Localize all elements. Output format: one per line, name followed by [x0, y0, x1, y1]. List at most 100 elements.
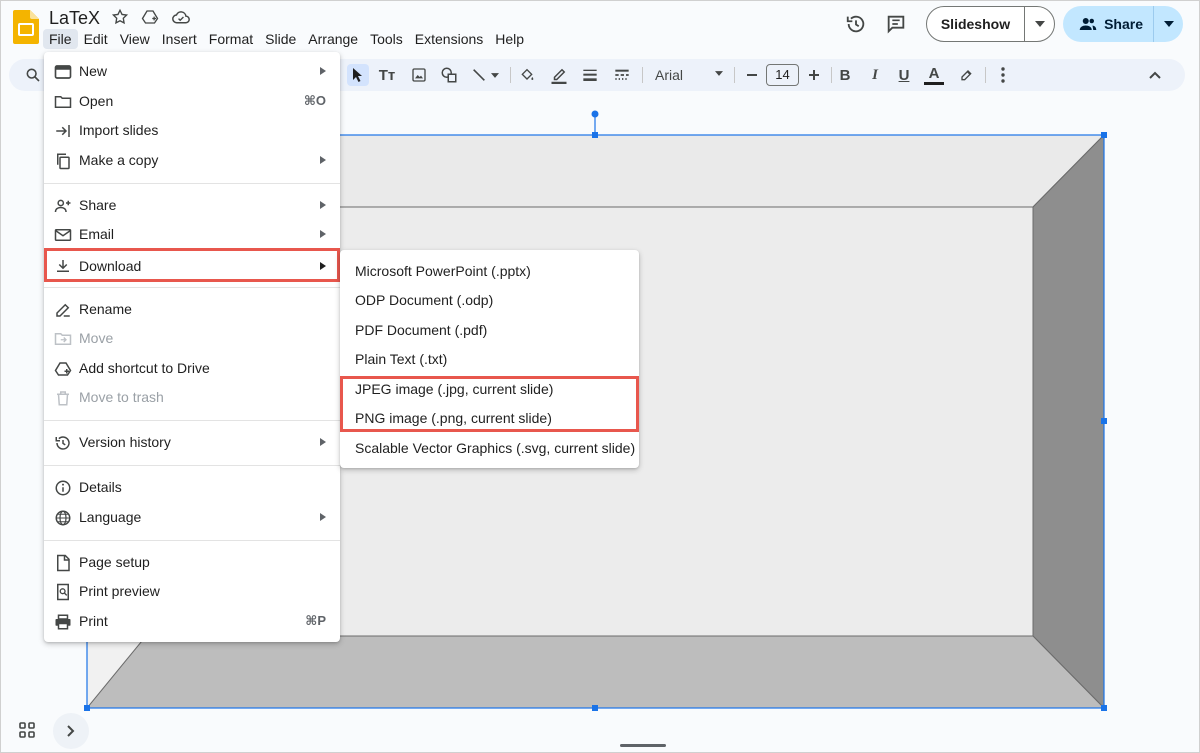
text-color-button[interactable]: A	[924, 65, 944, 85]
file-menu-email-label: Email	[79, 226, 115, 242]
rename-pencil-icon	[54, 301, 72, 319]
file-menu-details-label: Details	[79, 479, 122, 495]
preview-icon	[54, 583, 72, 601]
file-menu-rename-label: Rename	[79, 301, 132, 317]
menu-tools[interactable]: Tools	[364, 29, 409, 49]
font-family-chevron-down-icon[interactable]	[715, 71, 723, 76]
menu-extensions[interactable]: Extensions	[409, 29, 489, 49]
app-header: LaTeX File Edit View Insert Format Slide…	[1, 1, 1200, 57]
menu-edit[interactable]: Edit	[78, 29, 114, 49]
version-history-icon[interactable]	[836, 6, 876, 42]
comments-icon[interactable]	[876, 6, 916, 42]
file-menu-open[interactable]: Open ⌘O	[44, 87, 340, 116]
download-svg[interactable]: Scalable Vector Graphics (.svg, current …	[355, 438, 635, 458]
toolbar-divider	[985, 67, 986, 83]
highlight-color-icon[interactable]	[956, 65, 976, 85]
trash-icon	[54, 389, 72, 407]
download-pdf[interactable]: PDF Document (.pdf)	[355, 320, 487, 340]
file-menu-make-copy[interactable]: Make a copy	[44, 146, 340, 175]
document-title[interactable]: LaTeX	[49, 7, 100, 29]
line-options-chevron-down-icon[interactable]	[489, 65, 501, 85]
move-to-drive-icon[interactable]	[141, 8, 159, 26]
share-options-chevron-down-icon[interactable]	[1153, 6, 1183, 42]
underline-button[interactable]: U	[894, 65, 914, 85]
file-menu-language[interactable]: Language	[44, 503, 340, 532]
expand-filmstrip-chevron-right-icon[interactable]	[53, 713, 89, 749]
file-menu: New Open ⌘O Import slides Make a copy Sh…	[44, 52, 340, 642]
menubar: File Edit View Insert Format Slide Arran…	[43, 29, 530, 49]
file-menu-email[interactable]: Email	[44, 220, 340, 249]
search-menus-icon[interactable]	[23, 65, 43, 85]
file-menu-new[interactable]: New	[44, 57, 340, 86]
more-options-icon[interactable]	[993, 65, 1013, 85]
download-pptx[interactable]: Microsoft PowerPoint (.pptx)	[355, 261, 531, 281]
mail-icon	[54, 226, 72, 244]
open-shortcut: ⌘O	[303, 93, 326, 108]
move-folder-icon	[54, 330, 72, 348]
menu-arrange[interactable]: Arrange	[302, 29, 364, 49]
bold-button[interactable]: B	[835, 65, 855, 85]
file-menu-page-setup-label: Page setup	[79, 554, 150, 570]
grid-view-icon[interactable]	[11, 713, 43, 747]
share-button[interactable]: Share	[1063, 6, 1153, 42]
file-menu-add-shortcut[interactable]: Add shortcut to Drive	[44, 354, 340, 383]
file-menu-move-to-trash-label: Move to trash	[79, 389, 164, 405]
speaker-notes-drag-handle[interactable]	[620, 744, 666, 747]
file-menu-version-history[interactable]: Version history	[44, 428, 340, 457]
import-arrow-icon	[54, 122, 72, 140]
fill-color-icon[interactable]	[517, 65, 537, 85]
slideshow-options-chevron-down-icon[interactable]	[1024, 7, 1054, 41]
border-dash-icon[interactable]	[612, 65, 632, 85]
star-icon[interactable]	[111, 8, 129, 26]
line-tool-icon[interactable]	[469, 65, 489, 85]
file-menu-new-label: New	[79, 63, 108, 79]
text-box-icon[interactable]: Tт	[376, 65, 398, 85]
italic-button[interactable]: I	[865, 65, 885, 85]
file-menu-details[interactable]: Details	[44, 473, 340, 502]
border-weight-icon[interactable]	[580, 65, 600, 85]
file-menu-print-label: Print	[79, 613, 108, 629]
increase-font-size-icon[interactable]	[804, 65, 824, 85]
file-menu-print[interactable]: Print ⌘P	[44, 607, 340, 636]
menu-slide[interactable]: Slide	[259, 29, 302, 49]
submenu-arrow-icon	[320, 262, 326, 270]
file-menu-move-to-trash: Move to trash	[44, 383, 340, 412]
decrease-font-size-icon[interactable]	[742, 65, 762, 85]
menu-divider	[44, 183, 340, 184]
file-menu-import-slides[interactable]: Import slides	[44, 116, 340, 145]
file-menu-print-preview[interactable]: Print preview	[44, 577, 340, 606]
border-color-icon[interactable]	[549, 65, 569, 85]
slides-logo-icon[interactable]	[13, 10, 39, 44]
menu-format[interactable]: Format	[203, 29, 259, 49]
insert-image-icon[interactable]	[409, 65, 429, 85]
submenu-arrow-icon	[320, 438, 326, 446]
menu-help[interactable]: Help	[489, 29, 530, 49]
folder-icon	[54, 93, 72, 111]
menu-file[interactable]: File	[43, 29, 78, 49]
slideshow-button[interactable]: Slideshow	[927, 7, 1024, 41]
collapse-toolbar-chevron-up-icon[interactable]	[1145, 65, 1165, 85]
file-menu-share-label: Share	[79, 197, 117, 213]
file-menu-rename[interactable]: Rename	[44, 295, 340, 324]
file-menu-page-setup[interactable]: Page setup	[44, 548, 340, 577]
download-txt[interactable]: Plain Text (.txt)	[355, 349, 447, 369]
cloud-saved-icon[interactable]	[171, 8, 190, 26]
toolbar-divider	[510, 67, 511, 83]
menu-insert[interactable]: Insert	[156, 29, 203, 49]
file-menu-share[interactable]: Share	[44, 191, 340, 220]
submenu-arrow-icon	[320, 67, 326, 75]
select-tool-icon[interactable]	[347, 64, 369, 86]
shape-icon[interactable]	[439, 65, 459, 85]
font-size-input[interactable]: 14	[766, 64, 799, 86]
file-menu-make-copy-label: Make a copy	[79, 152, 159, 168]
submenu-arrow-icon	[320, 201, 326, 209]
menu-view[interactable]: View	[114, 29, 156, 49]
printer-icon	[54, 613, 72, 631]
download-odp[interactable]: ODP Document (.odp)	[355, 290, 493, 310]
file-menu-language-label: Language	[79, 509, 142, 525]
file-menu-download[interactable]: Download	[44, 248, 340, 282]
font-family-select[interactable]: Arial	[655, 67, 683, 83]
menu-divider	[44, 465, 340, 466]
add-person-icon	[54, 197, 72, 215]
toolbar-divider	[831, 67, 832, 83]
